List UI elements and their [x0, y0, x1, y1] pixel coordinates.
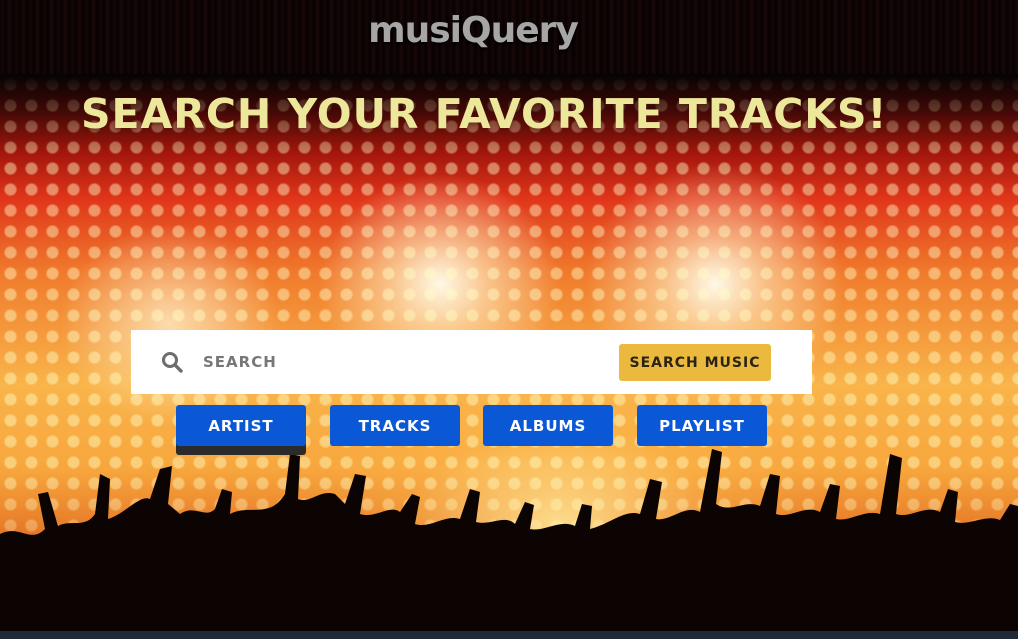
site-header: musiQuery [0, 0, 1018, 74]
tab-albums[interactable]: Albums [483, 405, 613, 446]
tab-tracks[interactable]: Tracks [330, 405, 460, 446]
site-logo[interactable]: musiQuery [0, 10, 946, 51]
search-type-tabs: Artist Tracks Albums Playlist [176, 405, 776, 457]
search-icon [162, 352, 183, 373]
search-input[interactable] [203, 346, 603, 378]
tab-artist[interactable]: Artist [176, 405, 306, 446]
search-music-button[interactable]: Search Music [619, 344, 771, 381]
search-bar: Search Music [131, 330, 812, 394]
tab-playlist[interactable]: Playlist [637, 405, 767, 446]
hero-headline: Search your favorite tracks! [81, 90, 888, 138]
